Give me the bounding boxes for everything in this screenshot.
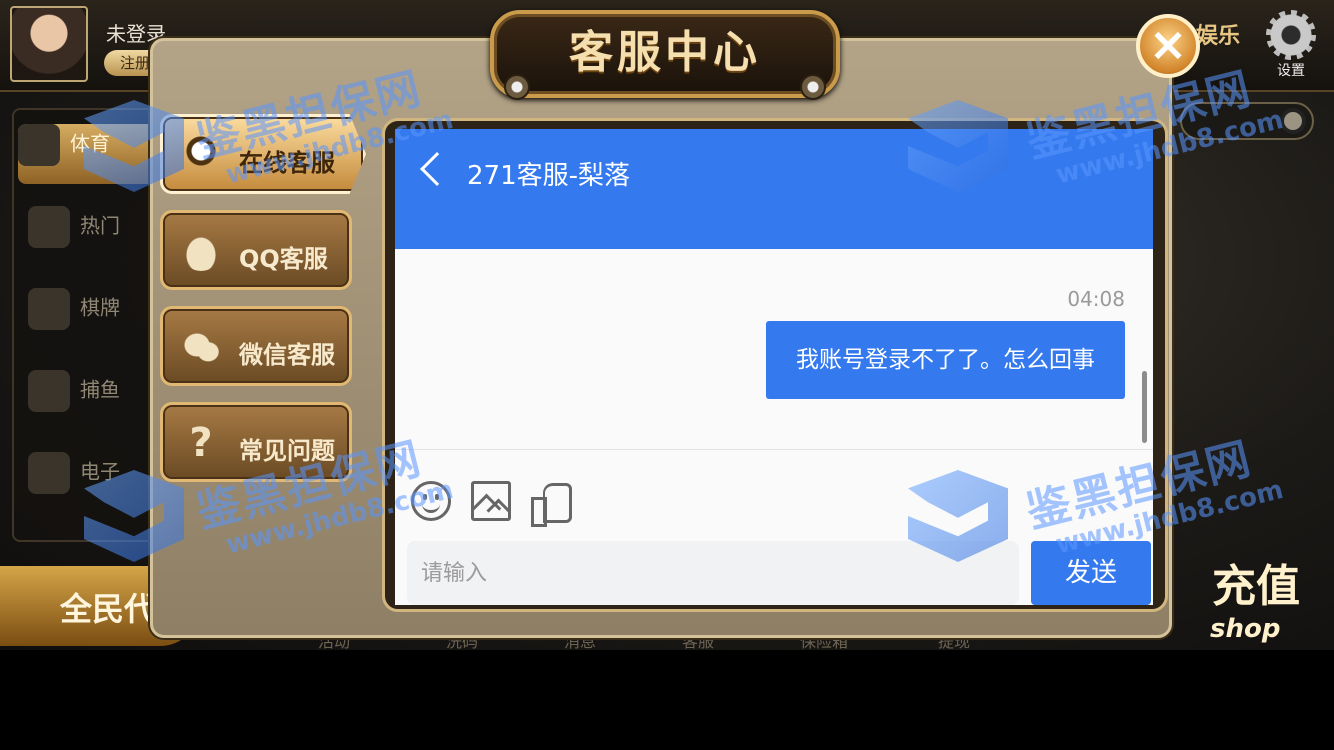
message-timestamp: 04:08 <box>1067 287 1125 311</box>
side-item-sports[interactable]: 体育 <box>18 124 164 184</box>
close-icon: × <box>1148 17 1188 71</box>
menu-label: QQ客服 <box>239 245 328 273</box>
close-button[interactable]: × <box>1136 14 1200 78</box>
menu-online-service[interactable]: 在线客服 <box>160 114 366 194</box>
bolt-decoration <box>504 74 530 100</box>
chat-header: 271客服-梨落 <box>395 129 1153 249</box>
avatar[interactable] <box>10 6 88 82</box>
menu-wechat-service[interactable]: 微信客服 <box>160 306 352 386</box>
dialog-title: 客服中心 <box>569 27 761 78</box>
message-input[interactable] <box>407 541 1019 605</box>
chat-window: 271客服-梨落 04:08 我账号登录不了了。怎么回事 发送 <box>395 129 1153 605</box>
lobby-search[interactable] <box>1180 102 1314 140</box>
brand-logo-text: 娱乐 <box>1196 24 1241 49</box>
side-item-slots[interactable]: 电子 <box>28 452 158 512</box>
chat-panel: 271客服-梨落 04:08 我账号登录不了了。怎么回事 发送 <box>382 118 1168 612</box>
headset-agent-icon <box>181 135 221 175</box>
fish-icon <box>28 370 70 412</box>
divider <box>395 449 1153 450</box>
recharge-sub-label: shop <box>1210 614 1281 644</box>
lobby-side-menu: 体育 热门 棋牌 捕鱼 电子 <box>12 108 164 542</box>
recharge-button[interactable]: 充值 shop <box>1180 550 1334 650</box>
soccer-ball-icon <box>18 124 60 166</box>
back-arrow-icon[interactable] <box>420 152 454 186</box>
chat-title: 271客服-梨落 <box>467 161 631 191</box>
menu-label: 在线客服 <box>239 149 335 177</box>
side-item-cards[interactable]: 棋牌 <box>28 288 158 348</box>
question-mark-icon: ? <box>189 420 213 466</box>
qq-penguin-icon <box>181 231 221 271</box>
side-item-fishing[interactable]: 捕鱼 <box>28 370 158 430</box>
side-item-label: 电子 <box>80 459 120 484</box>
chat-scrollbar[interactable] <box>1142 371 1147 443</box>
hot-flame-icon <box>28 206 70 248</box>
dialog-title-plate: 客服中心 <box>490 10 840 100</box>
side-item-label: 棋牌 <box>80 295 120 320</box>
playing-cards-icon <box>28 288 70 330</box>
menu-faq[interactable]: ? 常见问题 <box>160 402 352 482</box>
like-icon[interactable] <box>531 481 573 527</box>
image-icon[interactable] <box>471 481 511 521</box>
menu-qq-service[interactable]: QQ客服 <box>160 210 352 290</box>
send-button[interactable]: 发送 <box>1031 541 1151 605</box>
message-bubble: 我账号登录不了了。怎么回事 <box>766 321 1125 399</box>
recharge-label: 充值 <box>1212 561 1300 612</box>
settings-button[interactable]: 设置 <box>1262 10 1320 82</box>
emoji-icon[interactable] <box>411 481 451 521</box>
side-item-hot[interactable]: 热门 <box>28 206 158 266</box>
side-item-label: 体育 <box>70 131 110 156</box>
side-item-label: 捕鱼 <box>80 377 120 402</box>
menu-label: 常见问题 <box>239 437 335 465</box>
menu-label: 微信客服 <box>239 341 335 369</box>
wechat-icon <box>181 327 221 367</box>
side-item-label: 热门 <box>80 213 120 238</box>
bolt-decoration <box>800 74 826 100</box>
gear-icon <box>1266 10 1316 60</box>
settings-label: 设置 <box>1277 63 1305 79</box>
search-icon[interactable] <box>1280 108 1306 134</box>
slot-machine-icon <box>28 452 70 494</box>
